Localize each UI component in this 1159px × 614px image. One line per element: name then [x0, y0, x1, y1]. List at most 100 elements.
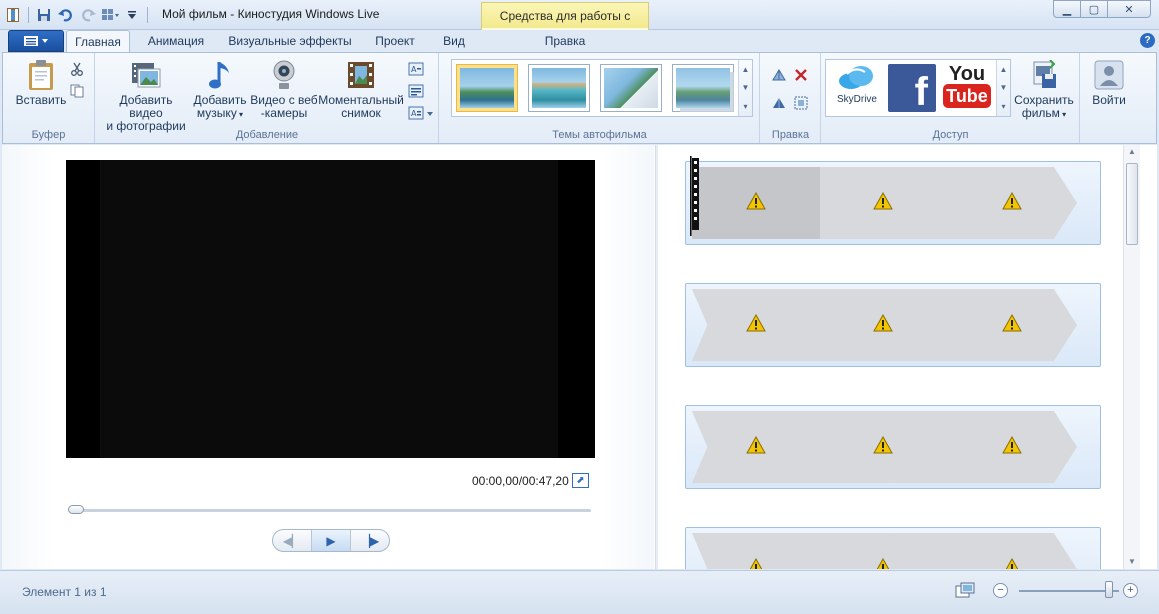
warning-icon	[873, 436, 893, 454]
theme-thumb-4[interactable]	[672, 64, 734, 112]
video-preview[interactable]	[66, 160, 595, 458]
storyboard-row[interactable]	[685, 405, 1101, 489]
app-menu-button[interactable]	[8, 30, 64, 52]
main-area: 00:00,00/00:47,20 ⬈ ◀▏ ▶ ▕▶ ▲ ▼	[2, 145, 1157, 569]
minimize-icon: ▁	[1062, 3, 1072, 16]
save-movie-icon	[1028, 59, 1060, 91]
theme-gallery-scroll[interactable]: ▲ ▼ ▾	[738, 60, 752, 116]
add-music-button[interactable]: Добавить музыку ▾	[192, 59, 248, 121]
save-movie-button[interactable]: Сохранить фильм ▾	[1014, 59, 1074, 121]
webcam-icon	[268, 59, 300, 91]
pane-splitter[interactable]	[655, 145, 658, 569]
save-icon[interactable]	[35, 6, 53, 24]
qat-separator	[147, 7, 148, 23]
warning-icon	[873, 314, 893, 332]
tab-project[interactable]: Проект	[366, 30, 424, 52]
facebook-logo-text: f	[914, 70, 928, 114]
tab-edit[interactable]: Правка	[530, 30, 600, 52]
qat-separator	[28, 7, 29, 23]
snapshot-label-2: снимок	[341, 106, 381, 120]
zoom-out-button[interactable]: −	[993, 583, 1008, 598]
play-icon: ▶	[326, 533, 336, 548]
tab-view[interactable]: Вид	[432, 30, 476, 52]
close-icon: ✕	[1124, 3, 1134, 16]
rotate-left-icon[interactable]	[771, 67, 787, 83]
youtube-button[interactable]: You Tube	[942, 64, 992, 112]
rotate-right-icon[interactable]	[771, 95, 787, 111]
skydrive-label: SkyDrive	[836, 94, 877, 105]
tab-visual-effects[interactable]: Визуальные эффекты	[222, 30, 358, 52]
webcam-label-2: -камеры	[260, 106, 308, 120]
theme-thumb-2[interactable]	[528, 64, 590, 112]
maximize-button[interactable]: ▢	[1080, 0, 1108, 18]
caption-icon[interactable]	[408, 83, 424, 99]
zoom-in-button[interactable]: +	[1123, 583, 1138, 598]
gallery-expand-icon[interactable]: ▾	[743, 102, 747, 111]
webcam-video-button[interactable]: Видео с веб -камеры	[250, 59, 318, 120]
ribbon: Вставить Буфер Добавить видео и фотограф…	[2, 52, 1157, 144]
cut-icon[interactable]	[69, 61, 85, 77]
chevron-up-icon[interactable]: ▲	[1000, 65, 1008, 74]
copy-icon[interactable]	[69, 83, 85, 99]
seek-thumb[interactable]	[68, 505, 84, 514]
save-movie-label-2: фильм ▾	[1021, 106, 1067, 120]
scroll-up-icon[interactable]: ▲	[1124, 145, 1140, 159]
thumbnail-size-icon[interactable]	[955, 582, 975, 599]
add-video-label-1: Добавить видео	[119, 93, 173, 120]
minimize-button[interactable]: ▁	[1053, 0, 1081, 18]
gallery-expand-icon[interactable]: ▾	[1001, 102, 1005, 111]
context-tab-header: Средства для работы с видео	[481, 2, 649, 49]
chevron-down-icon[interactable]: ▼	[742, 83, 750, 92]
share-gallery: SkyDrive f You Tube ▲ ▼ ▾	[825, 59, 1011, 117]
chevron-up-icon[interactable]: ▲	[742, 65, 750, 74]
title-text-icon[interactable]: A	[408, 61, 424, 77]
group-add: Добавить видео и фотографии Добавить муз…	[96, 53, 439, 143]
facebook-button[interactable]: f	[888, 64, 936, 112]
zoom-slider[interactable]	[1019, 590, 1119, 592]
group-signin: Войти	[1081, 53, 1135, 143]
scroll-down-icon[interactable]: ▼	[1124, 555, 1140, 569]
customize-qat-icon[interactable]	[123, 6, 141, 24]
previous-frame-button[interactable]: ◀▏	[273, 530, 311, 551]
playhead-marker[interactable]	[689, 156, 701, 236]
chevron-down-icon[interactable]: ▼	[1000, 83, 1008, 92]
add-video-photo-button[interactable]: Добавить видео и фотографии	[102, 59, 190, 133]
storyboard-row[interactable]	[685, 161, 1101, 245]
share-gallery-scroll[interactable]: ▲ ▼ ▾	[996, 60, 1010, 116]
close-button[interactable]: ✕	[1107, 0, 1151, 18]
theme-gallery: ▲ ▼ ▾	[451, 59, 753, 117]
next-frame-button[interactable]: ▕▶	[351, 530, 389, 551]
fullscreen-icon[interactable]: ⬈	[572, 473, 589, 488]
tab-animation[interactable]: Анимация	[138, 30, 214, 52]
storyboard-row[interactable]	[685, 527, 1101, 569]
help-icon[interactable]: ?	[1140, 33, 1155, 48]
view-grid-icon[interactable]	[101, 6, 119, 24]
seek-bar[interactable]	[68, 505, 591, 514]
youtube-logo-you: You	[948, 63, 986, 85]
snapshot-button[interactable]: Моментальный снимок	[318, 59, 404, 120]
storyboard-scrollbar[interactable]: ▲ ▼	[1123, 145, 1140, 569]
group-label-clipboard: Буфер	[31, 129, 66, 141]
group-label-themes: Темы автофильма	[552, 129, 647, 141]
warning-icon	[1002, 192, 1022, 210]
app-film-icon	[4, 6, 22, 24]
add-video-photo-icon	[130, 59, 162, 91]
warning-icon	[876, 558, 890, 569]
paste-button[interactable]: Вставить	[13, 59, 69, 107]
signin-button[interactable]: Войти	[1085, 59, 1133, 107]
zoom-slider-thumb[interactable]	[1105, 581, 1113, 598]
theme-thumb-3[interactable]	[600, 64, 662, 112]
redo-icon[interactable]	[79, 6, 97, 24]
scroll-thumb[interactable]	[1126, 163, 1138, 245]
remove-icon[interactable]	[793, 67, 809, 83]
status-item-count: Элемент 1 из 1	[22, 585, 107, 599]
storyboard: ▲ ▼	[662, 145, 1140, 569]
select-all-icon[interactable]	[793, 95, 809, 111]
play-button[interactable]: ▶	[311, 530, 351, 551]
theme-thumb-1[interactable]	[456, 64, 518, 112]
credits-icon[interactable]: A	[408, 105, 434, 121]
skydrive-button[interactable]: SkyDrive	[830, 64, 884, 112]
tab-home[interactable]: Главная	[66, 30, 130, 52]
storyboard-row[interactable]	[685, 283, 1101, 367]
undo-icon[interactable]	[57, 6, 75, 24]
